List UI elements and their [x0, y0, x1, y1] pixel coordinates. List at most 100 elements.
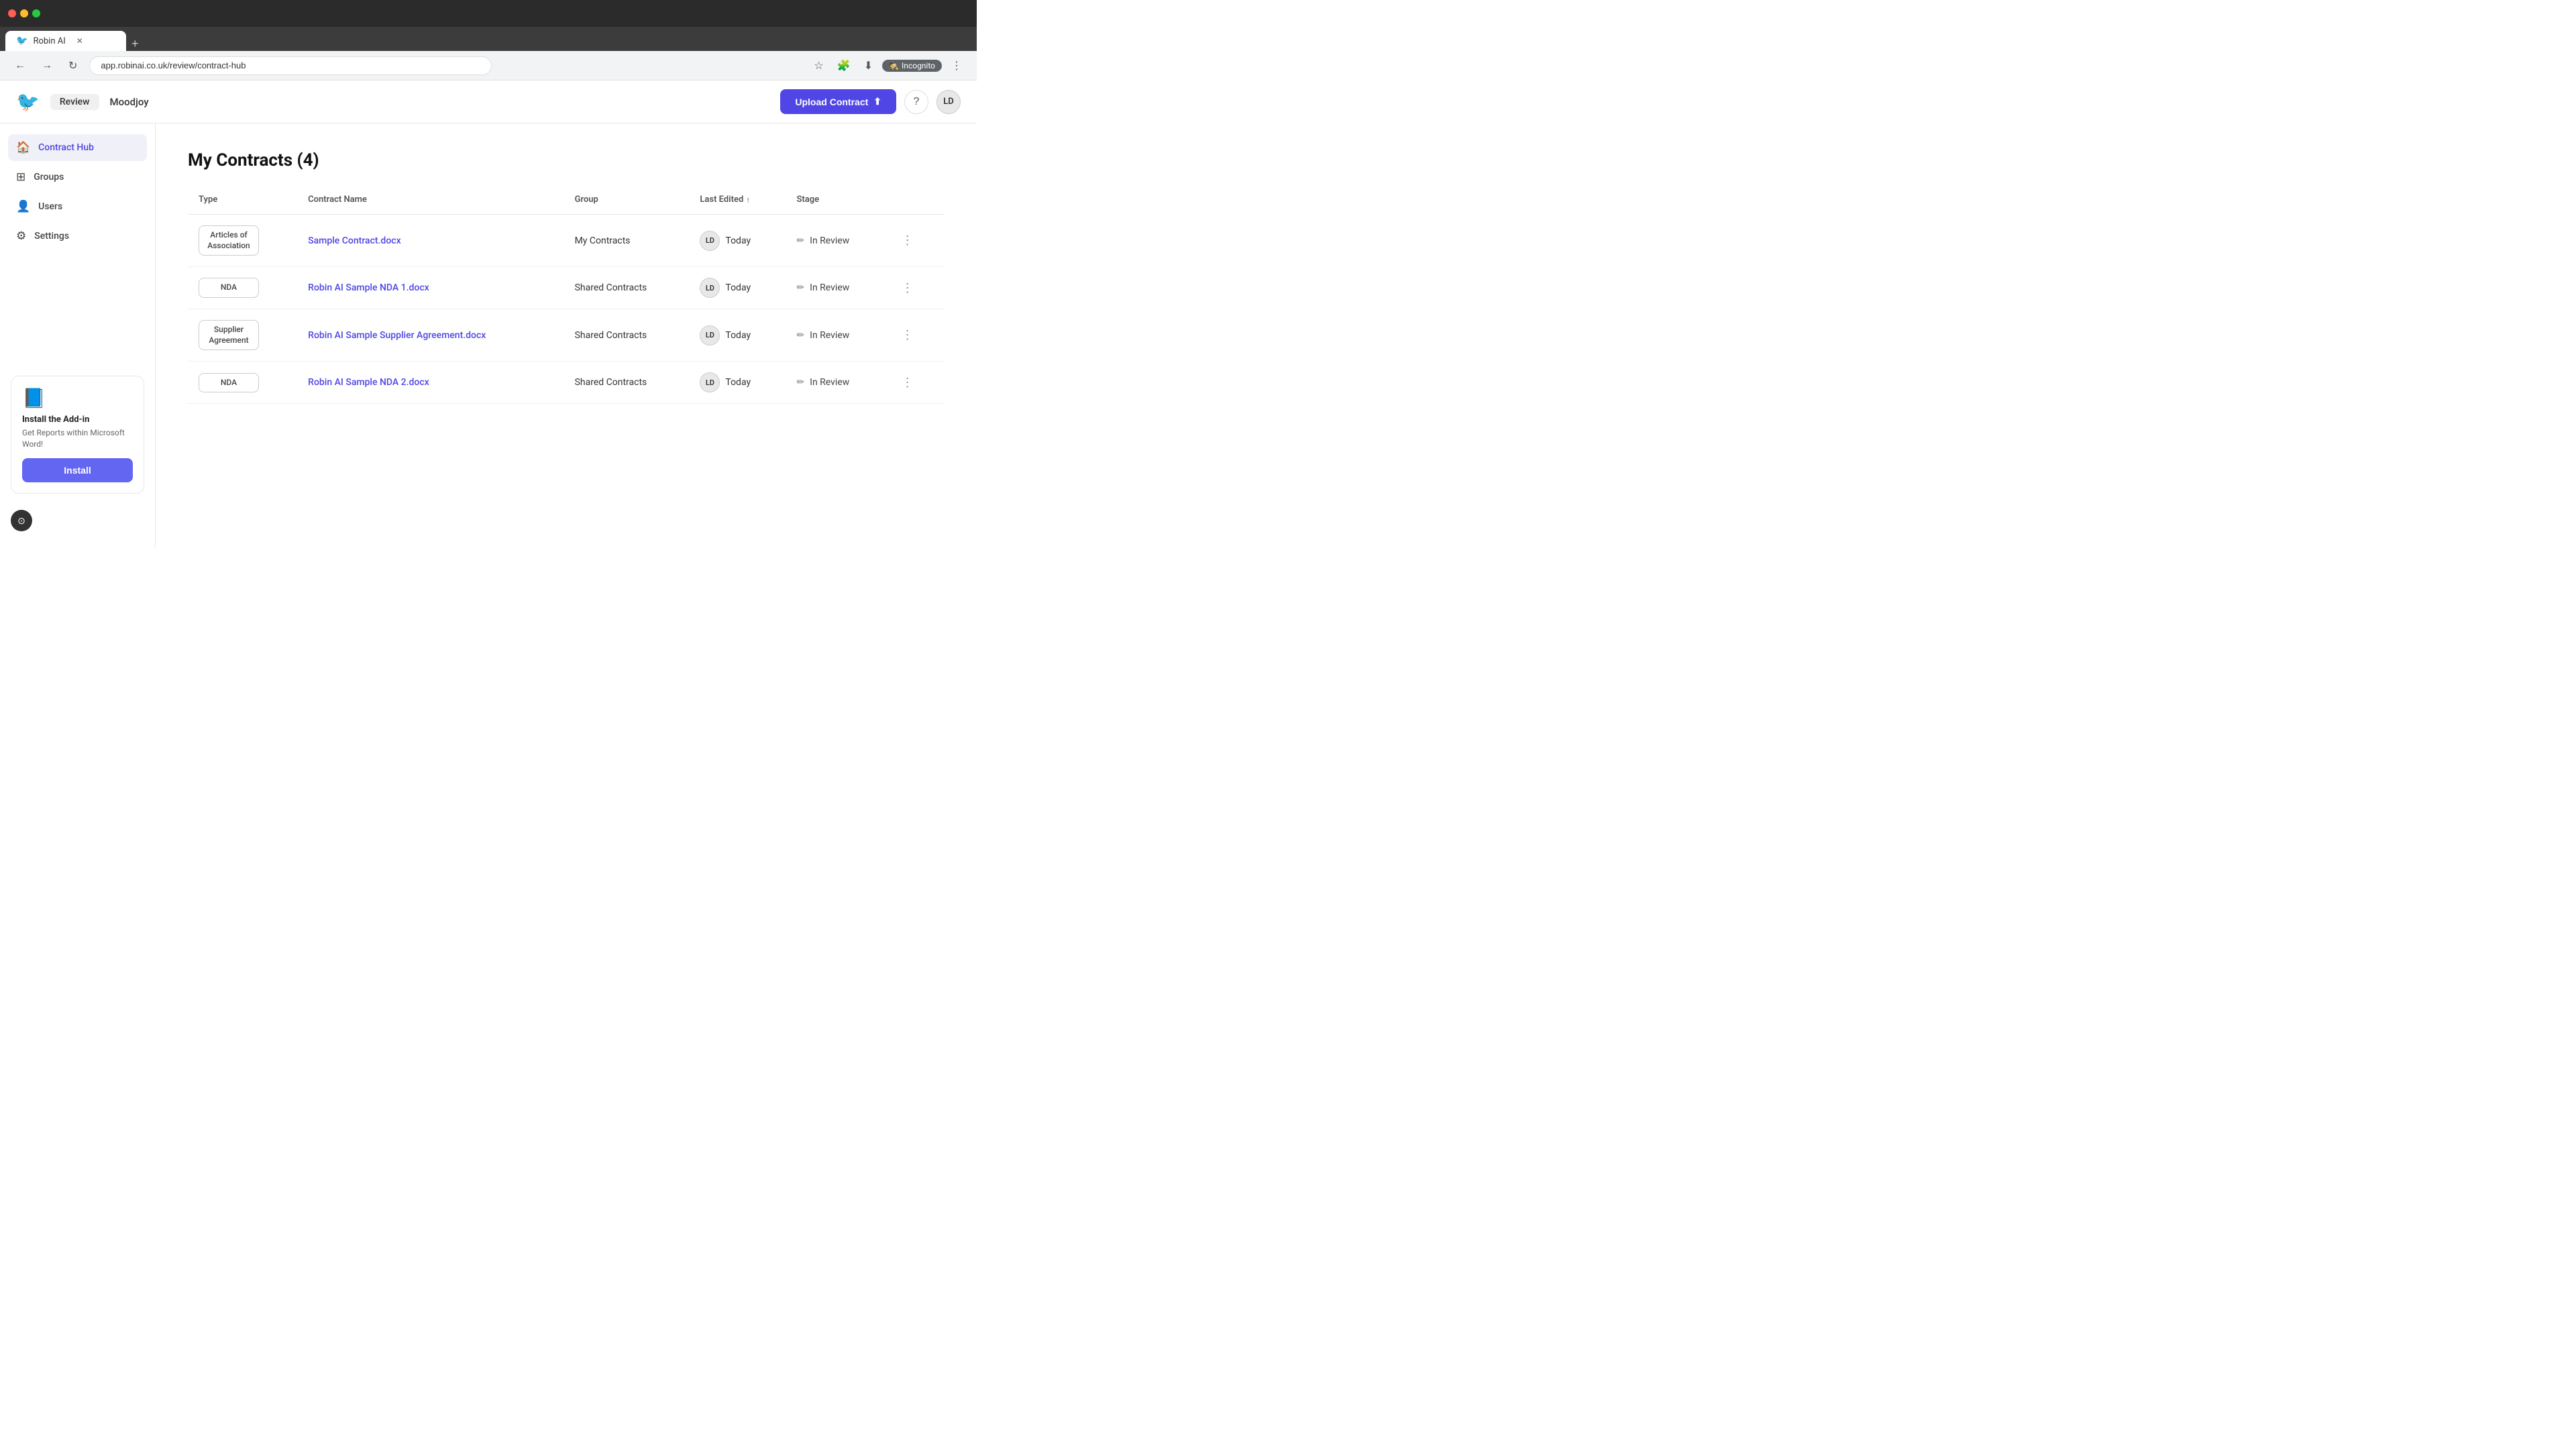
cell-actions: ⋮: [885, 309, 945, 362]
edit-icon: ✏: [796, 377, 804, 388]
nav-right: Upload Contract ⬆ ? LD: [780, 89, 961, 114]
cell-group: Shared Contracts: [564, 309, 690, 362]
feedback-icon: ⊙: [17, 515, 25, 527]
close-button[interactable]: [8, 9, 16, 17]
stage-text: In Review: [810, 377, 849, 388]
review-label: Review: [60, 97, 90, 107]
edit-icon: ✏: [796, 282, 804, 293]
sidebar-item-settings[interactable]: ⚙ Settings: [8, 223, 147, 250]
sidebar-label-users: Users: [38, 201, 62, 212]
user-avatar[interactable]: LD: [936, 90, 961, 114]
contract-link[interactable]: Sample Contract.docx: [308, 235, 400, 246]
contract-link[interactable]: Robin AI Sample NDA 1.docx: [308, 282, 429, 293]
last-edited-text: Today: [725, 235, 751, 246]
install-label: Install: [64, 465, 91, 476]
row-menu-button[interactable]: ⋮: [896, 278, 919, 298]
tab-favicon: 🐦: [16, 36, 28, 46]
minimize-button[interactable]: [20, 9, 28, 17]
col-last-edited[interactable]: Last Edited ↑: [689, 189, 786, 215]
cell-group: Shared Contracts: [564, 267, 690, 309]
tab-bar: 🐦 Robin AI ✕ +: [0, 27, 977, 51]
cell-contract-name: Sample Contract.docx: [297, 215, 564, 267]
row-menu-button[interactable]: ⋮: [896, 373, 919, 392]
upload-contract-button[interactable]: Upload Contract ⬆: [780, 89, 896, 114]
review-badge[interactable]: Review: [50, 94, 99, 110]
install-button[interactable]: Install: [22, 458, 133, 482]
table-header: Type Contract Name Group Last Edited ↑: [188, 189, 945, 215]
sidebar-item-users[interactable]: 👤 Users: [8, 193, 147, 220]
sidebar-item-contract-hub[interactable]: 🏠 Contract Hub: [8, 134, 147, 161]
forward-button[interactable]: →: [38, 57, 56, 74]
upload-icon: ⬆: [873, 96, 881, 107]
word-icon: 📘: [22, 387, 133, 409]
download-button[interactable]: ⬇: [860, 56, 877, 75]
row-avatar: LD: [700, 278, 720, 298]
addin-card: 📘 Install the Add-in Get Reports within …: [11, 376, 144, 494]
cell-last-edited: LDToday: [689, 362, 786, 404]
maximize-button[interactable]: [32, 9, 40, 17]
extensions-button[interactable]: 🧩: [833, 56, 855, 75]
last-edited-text: Today: [725, 330, 751, 341]
page-content: My Contracts (4) Type Contract Name Grou…: [156, 123, 977, 547]
incognito-badge: 🕵 Incognito: [882, 60, 942, 72]
cell-contract-name: Robin AI Sample NDA 1.docx: [297, 267, 564, 309]
cell-stage: ✏In Review: [786, 267, 885, 309]
row-menu-button[interactable]: ⋮: [896, 325, 919, 345]
logo-bird-icon: 🐦: [16, 91, 40, 113]
cell-type: NDA: [188, 362, 297, 404]
cell-last-edited: LD Today: [689, 309, 786, 362]
sidebar-item-groups[interactable]: ⊞ Groups: [8, 164, 147, 191]
stage-text: In Review: [810, 235, 849, 246]
cell-contract-name: Robin AI Sample Supplier Agreement.docx: [297, 309, 564, 362]
col-stage: Stage: [786, 189, 885, 215]
tab-close-icon[interactable]: ✕: [76, 36, 83, 46]
sidebar-spacer: [8, 252, 147, 365]
url-input[interactable]: [89, 56, 492, 75]
cell-group: My Contracts: [564, 215, 690, 267]
menu-button[interactable]: ⋮: [947, 56, 966, 75]
col-contract-name: Contract Name: [297, 189, 564, 215]
cell-actions: ⋮: [885, 362, 945, 404]
row-avatar: LD: [700, 372, 720, 392]
type-badge: NDA: [199, 278, 259, 298]
cell-last-edited: LDToday: [689, 215, 786, 267]
row-avatar: LD: [700, 325, 720, 345]
browser-chrome: [0, 0, 977, 27]
cell-contract-name: Robin AI Sample NDA 2.docx: [297, 362, 564, 404]
last-edited-text: Today: [725, 282, 751, 293]
edit-icon: ✏: [796, 330, 804, 341]
cell-stage: ✏In Review: [786, 309, 885, 362]
incognito-label: Incognito: [902, 61, 935, 70]
page-title: My Contracts (4): [188, 150, 945, 170]
sidebar-label-groups: Groups: [34, 172, 64, 182]
cell-group: Shared Contracts: [564, 362, 690, 404]
home-icon: 🏠: [16, 141, 30, 154]
table-row: Articles of Association Sample Contract.d…: [188, 215, 945, 267]
table-row: NDA Robin AI Sample NDA 2.docx Shared Cont…: [188, 362, 945, 404]
logo: 🐦: [16, 91, 40, 113]
cell-type: Supplier Agreement: [188, 309, 297, 362]
cell-stage: ✏ In Review: [786, 362, 885, 404]
bookmark-button[interactable]: ☆: [810, 56, 827, 75]
new-tab-button[interactable]: +: [126, 37, 144, 51]
help-button[interactable]: ?: [904, 90, 928, 114]
contract-link[interactable]: Robin AI Sample Supplier Agreement.docx: [308, 330, 486, 341]
main-content: 🏠 Contract Hub ⊞ Groups 👤 Users ⚙ Settin…: [0, 123, 977, 547]
groups-icon: ⊞: [16, 170, 25, 184]
contract-link[interactable]: Robin AI Sample NDA 2.docx: [308, 377, 429, 388]
active-tab[interactable]: 🐦 Robin AI ✕: [5, 31, 126, 51]
cell-stage: ✏In Review: [786, 215, 885, 267]
cell-type: Articles of Association: [188, 215, 297, 267]
addin-description: Get Reports within Microsoft Word!: [22, 427, 133, 450]
feedback-button[interactable]: ⊙: [11, 510, 32, 531]
cell-actions: ⋮: [885, 215, 945, 267]
row-menu-button[interactable]: ⋮: [896, 231, 919, 250]
back-button[interactable]: ←: [11, 57, 30, 74]
sort-icon: ↑: [746, 195, 750, 205]
browser-toolbar-right: ☆ 🧩 ⬇ 🕵 Incognito ⋮: [810, 56, 966, 75]
users-icon: 👤: [16, 200, 30, 213]
contracts-table: Type Contract Name Group Last Edited ↑: [188, 189, 945, 404]
help-icon: ?: [914, 96, 920, 108]
reload-button[interactable]: ↻: [64, 56, 81, 75]
col-group: Group: [564, 189, 690, 215]
